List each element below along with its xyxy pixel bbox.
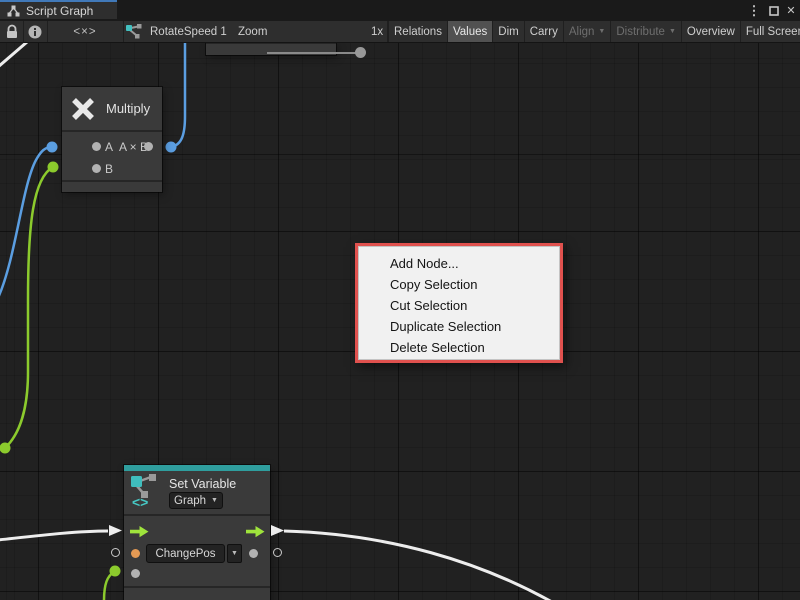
graph-toolbar: <×> RotateSpeed 1 Zoom 1x Relations Valu…: [0, 21, 800, 43]
separator: [62, 130, 162, 132]
chevron-down-icon: ▼: [211, 497, 218, 504]
zoom-slider-handle[interactable]: [355, 47, 366, 58]
full-screen-button[interactable]: Full Screen: [740, 21, 800, 42]
svg-text:<>: <>: [132, 494, 148, 509]
info-icon: [28, 25, 42, 39]
graph-tab-icon: [7, 5, 20, 17]
variable-scope-value: Graph: [174, 495, 206, 507]
graph-node-icon: [126, 24, 143, 39]
tab-label: Script Graph: [26, 4, 93, 18]
variable-name-dropdown[interactable]: ChangePos: [146, 544, 225, 563]
variable-scope-dropdown[interactable]: Graph ▼: [169, 492, 223, 509]
separator: [124, 514, 270, 516]
distribute-label: Distribute: [616, 26, 665, 38]
toolbar-buttons: Relations Values Dim Carry Align ▼ Distr…: [388, 21, 800, 42]
multiply-node[interactable]: Multiply A A × B B: [62, 87, 162, 192]
variable-name-dropdown-button[interactable]: ▼: [227, 544, 242, 563]
set-variable-out-port-dot[interactable]: [249, 549, 258, 558]
tab-bar: Script Graph ⋮ ✕: [0, 0, 800, 21]
lock-button[interactable]: [0, 21, 23, 42]
multiply-port-b-dot[interactable]: [92, 164, 101, 173]
menu-item-cut-selection[interactable]: Cut Selection: [358, 295, 560, 316]
window-maximize-icon[interactable]: [766, 0, 782, 21]
menu-item-delete-selection[interactable]: Delete Selection: [358, 337, 560, 358]
relations-button[interactable]: Relations: [388, 21, 447, 42]
separator: [124, 586, 270, 588]
align-label: Align: [569, 26, 595, 38]
variable-name-port-dot[interactable]: [131, 549, 140, 558]
chevron-down-icon: ▼: [598, 28, 605, 35]
multiply-port-out-dot[interactable]: [144, 142, 153, 151]
chevron-down-icon: ▼: [669, 28, 676, 35]
value-input-port-dot[interactable]: [131, 569, 140, 578]
multiply-x-icon: [70, 96, 96, 122]
flow-out-port-arrow[interactable]: [246, 526, 265, 538]
tab-script-graph[interactable]: Script Graph: [0, 0, 117, 19]
overview-button[interactable]: Overview: [681, 21, 740, 42]
multiply-port-a-dot[interactable]: [92, 142, 101, 151]
lock-icon: [6, 24, 18, 39]
code-view-button[interactable]: <×>: [47, 21, 123, 42]
divider: [123, 21, 124, 42]
wire-arrowhead-out: [271, 525, 285, 537]
menu-item-add-node[interactable]: Add Node...: [358, 253, 560, 274]
menu-item-duplicate-selection[interactable]: Duplicate Selection: [358, 316, 560, 337]
set-variable-icon: <>: [130, 473, 162, 509]
flow-in-port-arrow[interactable]: [130, 526, 149, 538]
values-button[interactable]: Values: [447, 21, 492, 42]
multiply-node-title: Multiply: [106, 101, 150, 116]
set-variable-node[interactable]: <> Set Variable Graph ▼ ChangePos ▼: [124, 465, 270, 600]
chevron-down-icon: ▼: [231, 550, 238, 557]
window-menu-icon[interactable]: ⋮: [749, 0, 759, 21]
zoom-value: 1x: [371, 21, 383, 42]
menu-item-copy-selection[interactable]: Copy Selection: [358, 274, 560, 295]
distribute-dropdown[interactable]: Distribute ▼: [610, 21, 681, 42]
zoom-slider-track[interactable]: [267, 52, 357, 54]
variable-name-value: ChangePos: [155, 548, 215, 560]
separator: [62, 180, 162, 182]
multiply-node-header[interactable]: Multiply: [62, 87, 162, 130]
align-dropdown[interactable]: Align ▼: [563, 21, 611, 42]
graph-breadcrumb[interactable]: RotateSpeed 1: [126, 21, 227, 42]
set-variable-accent-bar: [124, 465, 270, 471]
graph-breadcrumb-label: RotateSpeed 1: [150, 26, 227, 38]
wire-arrowhead-in: [109, 525, 123, 537]
dim-button[interactable]: Dim: [492, 21, 523, 42]
info-button[interactable]: [23, 21, 47, 42]
multiply-port-a-label: A: [105, 140, 113, 154]
multiply-port-b-label: B: [105, 162, 113, 176]
script-graph-window: Multiply A A × B B <> Set Variable Graph…: [0, 0, 800, 600]
zoom-label: Zoom: [238, 21, 267, 42]
context-menu: Add Node... Copy Selection Cut Selection…: [355, 243, 563, 363]
set-variable-title: Set Variable: [169, 477, 236, 491]
window-close-icon[interactable]: ✕: [784, 0, 798, 21]
carry-button[interactable]: Carry: [524, 21, 563, 42]
unconnected-port-circle-left[interactable]: [111, 548, 120, 557]
unconnected-port-circle-right[interactable]: [273, 548, 282, 557]
